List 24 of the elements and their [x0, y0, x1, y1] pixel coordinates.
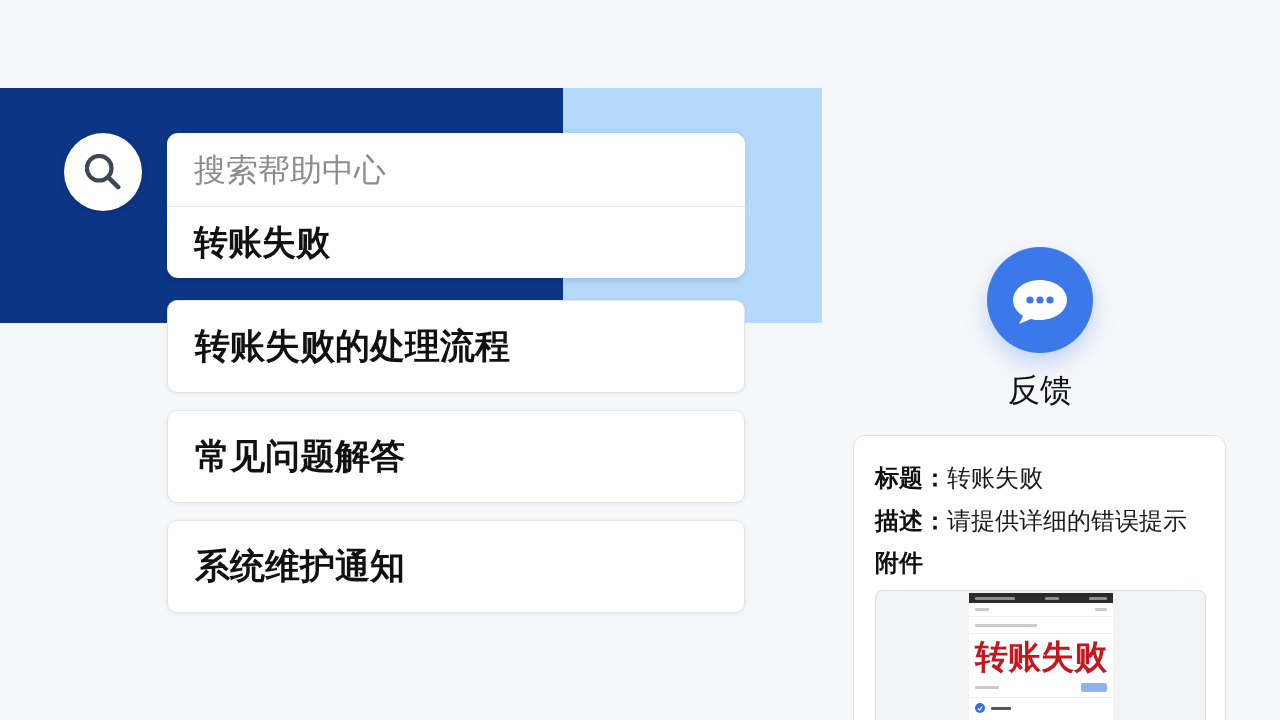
help-article-item[interactable]: 系统维护通知 — [167, 520, 745, 613]
chat-bubble-icon — [1011, 279, 1068, 325]
help-article-item[interactable]: 转账失败的处理流程 — [167, 300, 745, 393]
field-value: 请提供详细的错误提示 — [947, 505, 1187, 537]
search-field[interactable]: 搜索帮助中心 — [167, 133, 745, 207]
error-heading: 转账失败 — [973, 637, 1108, 677]
blurred-text-line — [1094, 608, 1107, 611]
field-value: 转账失败 — [947, 462, 1043, 494]
search-icon — [85, 154, 121, 190]
blurred-text-line — [974, 623, 1037, 627]
help-article-item[interactable]: 常见问题解答 — [167, 410, 745, 503]
field-label: 描述： — [875, 505, 947, 537]
blurred-text-line — [974, 685, 999, 689]
blurred-text-line — [990, 706, 1011, 710]
feedback-label: 反馈 — [1007, 370, 1072, 410]
blurred-text-line — [974, 608, 989, 611]
blurred-action-chip — [1080, 682, 1107, 692]
field-label: 标题： — [875, 462, 947, 494]
check-circle-icon — [974, 703, 985, 713]
blurred-text-line — [1088, 596, 1107, 600]
search-suggestion[interactable]: 转账失败 — [167, 207, 745, 278]
blurred-text-line — [1044, 596, 1059, 600]
attachment-label: 附件 — [875, 548, 923, 579]
blurred-text-line — [974, 596, 1015, 600]
